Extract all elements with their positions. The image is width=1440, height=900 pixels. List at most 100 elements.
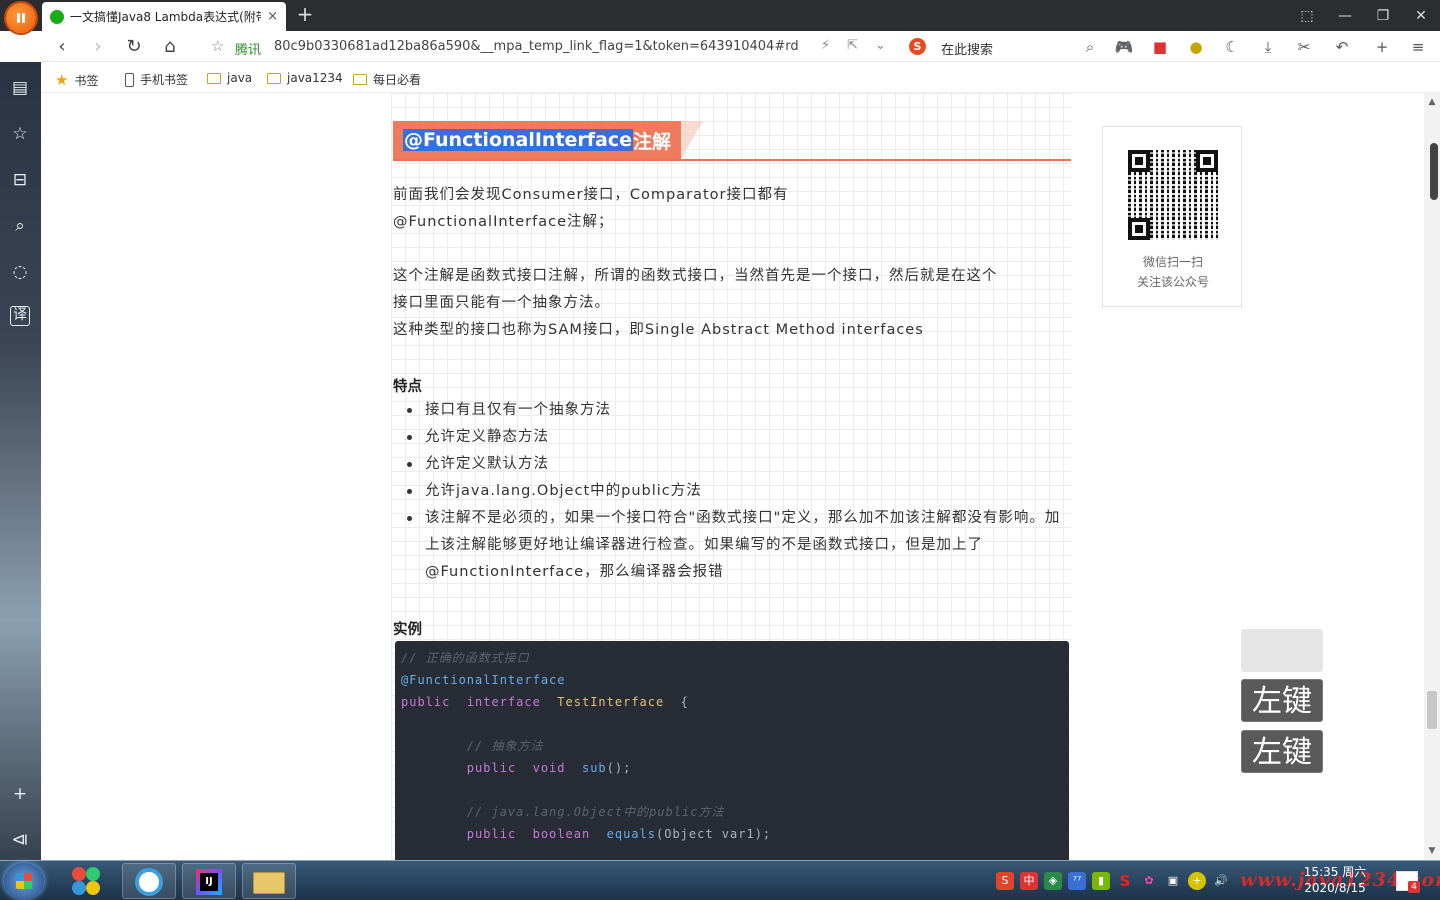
forward-button[interactable]: › <box>85 35 111 59</box>
vertical-scrollbar[interactable]: ▲ ▼ <box>1424 93 1440 860</box>
restore-button[interactable]: ❐ <box>1364 0 1402 31</box>
example-title: 实例 <box>393 622 422 638</box>
undo-icon[interactable]: ↶ <box>1331 37 1353 57</box>
translate-icon[interactable]: 译 <box>10 306 30 326</box>
list-item: 该注解不是必须的，如果一个接口符合"函数式接口"定义，那么加不加该注解都没有影响… <box>405 505 1069 586</box>
minimize-button[interactable]: — <box>1326 0 1364 31</box>
flower-icon[interactable]: ✿ <box>1140 872 1158 890</box>
night-mode-icon[interactable]: ☾ <box>1221 37 1243 57</box>
coin-tray-icon[interactable]: + <box>1188 872 1206 890</box>
code-comment: // 正确的函数式接口 <box>401 651 530 665</box>
menu-icon[interactable]: ≡ <box>1407 37 1429 57</box>
left-sidebar: ▤ ☆ ⊟ ⌕ ◌ 译 + ⧏ <box>0 62 41 860</box>
add-icon[interactable]: + <box>1371 37 1393 57</box>
favorites-star-icon[interactable]: ☆ <box>8 122 32 146</box>
volume-icon[interactable]: 🔊 <box>1212 872 1230 890</box>
qr-caption: 微信扫一扫 <box>1142 255 1203 269</box>
search-input[interactable]: 在此搜索 <box>941 39 993 58</box>
home-button[interactable]: ⌂ <box>157 35 183 59</box>
bookmark-label: 手机书签 <box>140 73 189 87</box>
code-keyword: boolean <box>532 827 591 841</box>
features-list: 接口有且仅有一个抽象方法 允许定义静态方法 允许定义默认方法 允许java.la… <box>405 397 1069 586</box>
heading-selected-text[interactable]: @FunctionalInterface <box>403 129 634 151</box>
browser-taskbar-icon[interactable] <box>122 863 176 899</box>
code-keyword: void <box>532 761 566 775</box>
section-heading: @FunctionalInterface 注解 <box>393 121 1071 161</box>
start-button[interactable] <box>4 863 44 899</box>
url-input[interactable]: 80c9b0330681ad12ba86a590&__mpa_temp_link… <box>274 39 804 54</box>
code-keyword: interface <box>466 695 541 709</box>
search-icon[interactable]: ⌕ <box>8 214 32 238</box>
code-annotation: @FunctionalInterface <box>401 673 566 687</box>
add-icon[interactable]: + <box>8 782 32 806</box>
title-bar: 一文搞懂Java8 Lambda表达式(附带 × + ⬚ — ❐ ✕ <box>0 0 1440 33</box>
sogou-search-icon[interactable]: S <box>909 38 926 55</box>
flash-icon[interactable]: ⚡ <box>821 38 830 53</box>
phone-icon <box>125 72 134 87</box>
code-comment: // java.lang.Object中的public方法 <box>466 805 725 819</box>
sogou-tray-icon[interactable]: S <box>996 872 1014 890</box>
left-click-button[interactable]: 左键 <box>1241 679 1323 722</box>
scroll-thumb[interactable] <box>1427 691 1437 729</box>
browser-logo-icon[interactable] <box>6 3 36 33</box>
scroll-up-icon[interactable]: ▲ <box>1424 95 1440 109</box>
dropdown-chevron-icon[interactable]: ⌄ <box>875 38 886 53</box>
scroll-down-icon[interactable]: ▼ <box>1424 844 1440 858</box>
code-brace: { <box>680 695 689 709</box>
bookmark-label: java1234 <box>287 71 343 85</box>
bookmark-item[interactable]: ★ 书签 <box>55 71 98 89</box>
download-icon[interactable]: ⤓ <box>1257 37 1279 57</box>
network-icon[interactable]: ▣ <box>1164 872 1182 890</box>
code-function: equals <box>606 827 656 841</box>
refresh-button[interactable]: ↻ <box>121 35 147 59</box>
bookmark-item[interactable]: java1234 <box>267 71 343 85</box>
list-item: 允许定义静态方法 <box>405 424 1069 451</box>
new-tab-button[interactable]: + <box>292 3 318 27</box>
bookmark-item[interactable]: java <box>207 71 252 85</box>
sidebar-scroll-thumb[interactable] <box>1430 143 1438 200</box>
reader-icon[interactable]: ▤ <box>8 76 32 100</box>
left-click-button[interactable]: 左键 <box>1241 730 1323 773</box>
bookmark-item[interactable]: 手机书签 <box>125 71 188 88</box>
game-icon[interactable]: 🎮 <box>1113 37 1135 57</box>
taskbar: IJ S 中 ◈ ⁷⁷ ▮ S ✿ ▣ + 🔊 www.java1234.com… <box>0 860 1440 900</box>
sogou-s-icon[interactable]: S <box>1116 872 1134 890</box>
back-to-top-button[interactable] <box>1241 629 1323 672</box>
skin-icon[interactable]: ⬚ <box>1288 0 1326 31</box>
shield-icon[interactable]: ◈ <box>1044 872 1062 890</box>
book-icon[interactable]: ⊟ <box>8 168 32 192</box>
tab-active[interactable]: 一文搞懂Java8 Lambda表达式(附带 × <box>42 2 286 31</box>
tab-close-icon[interactable]: × <box>267 9 278 24</box>
coin-icon[interactable]: ● <box>1185 37 1207 57</box>
bookmarks-bar: ★ 书签 手机书签 java java1234 每日必看 <box>41 62 1440 93</box>
folder-icon <box>267 72 281 84</box>
bookmark-star-icon[interactable]: ☆ <box>211 37 224 55</box>
scissors-icon[interactable]: ✂ <box>1293 37 1315 57</box>
intellij-taskbar-icon[interactable]: IJ <box>182 863 236 899</box>
code-block[interactable]: // 正确的函数式接口 @FunctionalInterface public … <box>395 641 1069 860</box>
star-icon: ★ <box>55 71 69 89</box>
back-button[interactable]: ‹ <box>49 35 75 59</box>
app-tray-icon[interactable]: ⁷⁷ <box>1068 872 1086 890</box>
nvidia-icon[interactable]: ▮ <box>1092 872 1110 890</box>
page-content: @FunctionalInterface 注解 前面我们会发现Consumer接… <box>41 93 1424 860</box>
input-method-icon[interactable]: 中 <box>1020 872 1038 890</box>
features-title: 特点 <box>393 379 422 395</box>
paragraph: 这种类型的接口也称为SAM接口，即Single Abstract Method … <box>393 322 924 338</box>
paragraph: 前面我们会发现Consumer接口，Comparator接口都有 <box>393 187 789 203</box>
article: @FunctionalInterface 注解 前面我们会发现Consumer接… <box>391 93 1071 860</box>
search-icon[interactable]: ⌕ <box>1079 37 1101 57</box>
file-explorer-icon[interactable] <box>242 863 296 899</box>
collapse-sidebar-icon[interactable]: ⧏ <box>8 828 32 852</box>
share-icon[interactable]: ⇱ <box>847 38 858 53</box>
chat-icon[interactable]: ◌ <box>8 260 32 284</box>
qr-caption: 关注该公众号 <box>1136 275 1209 289</box>
system-tray: S 中 ◈ ⁷⁷ ▮ S ✿ ▣ + 🔊 <box>996 869 1230 893</box>
bookmark-label: 每日必看 <box>373 73 422 87</box>
close-window-button[interactable]: ✕ <box>1402 0 1440 31</box>
code-keyword: public <box>466 761 517 775</box>
red-app-icon[interactable]: ■ <box>1149 37 1171 57</box>
butterfly-app-icon[interactable] <box>62 863 116 899</box>
system-clock[interactable]: 15:35 周六 2020/8/15 <box>1290 864 1380 896</box>
bookmark-item[interactable]: 每日必看 <box>353 71 421 88</box>
